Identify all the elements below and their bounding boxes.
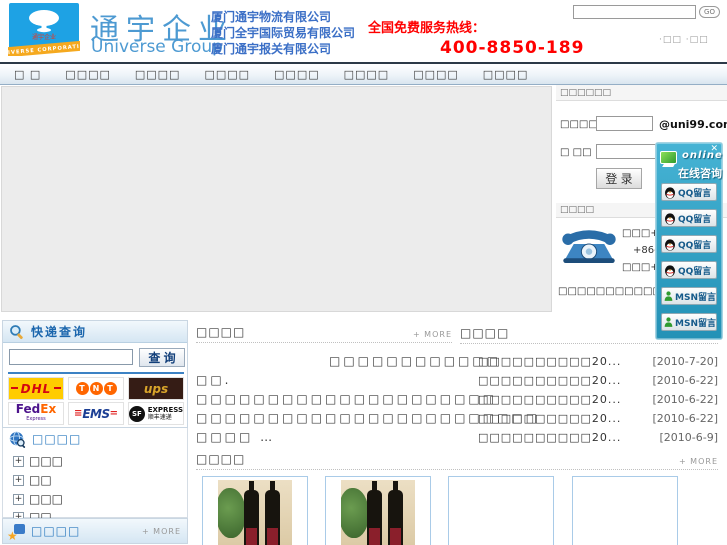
dhl-logo[interactable]: DHL — [8, 377, 64, 400]
site-search-input[interactable] — [573, 5, 696, 19]
qq-message-button[interactable]: QQ留言 — [661, 235, 717, 253]
qq-message-button[interactable]: QQ留言 — [661, 261, 717, 279]
about-section: □□□□ + MORE □□□□□□□□□□□□ □□. □□□□□□□□□□□… — [196, 325, 541, 447]
online-service-widget: ✕ online 在线咨询 QQ留言 QQ留言 QQ留言 QQ留言 MSN留言 … — [655, 142, 723, 340]
qq-penguin-icon — [665, 264, 675, 277]
search-icon — [10, 324, 23, 339]
nav-item-6[interactable]: □□□□ — [344, 68, 390, 81]
product-item[interactable] — [572, 476, 678, 545]
expand-plus-icon[interactable]: + — [13, 474, 24, 486]
mail-login-title: □□□□□□ — [556, 85, 727, 101]
fedex-logo[interactable]: FedEx Express — [8, 402, 64, 425]
telephone-icon — [560, 224, 618, 268]
hotline-label: 全国免费服务热线： — [368, 21, 486, 36]
news-section: □□□□ + MORE □□□□□□□□□□20...[2010-7-20] □… — [460, 326, 718, 450]
online-service-title: 在线咨询 — [678, 167, 722, 180]
about-title: □□□□ — [196, 325, 246, 339]
sidebar-section-3-title: □□□□ — [31, 524, 81, 538]
about-header: □□□□ + MORE — [196, 325, 452, 343]
about-text: □□□□□□□□□□□□ □□. □□□□□□□□□□□□□□□□□□□□□ □… — [196, 354, 541, 444]
nav-item-3[interactable]: □□□□ — [135, 68, 181, 81]
more-link[interactable]: + MORE — [142, 527, 181, 536]
product-item[interactable] — [448, 476, 554, 545]
tracking-number-input[interactable] — [9, 349, 133, 365]
news-title: □□□□ — [460, 326, 510, 340]
expand-plus-icon[interactable]: + — [13, 493, 24, 505]
news-item[interactable]: □□□□□□□□□□20... [2010-7-20] — [460, 355, 718, 374]
products-header: □□□□ + MORE — [196, 452, 718, 470]
sidebar-section-3-header: ★ □□□□ + MORE — [2, 518, 188, 544]
ems-logo[interactable]: ≡ EMS = — [68, 402, 124, 425]
express-tracking-header: 快递查询 — [3, 321, 187, 343]
product-photo-wine — [341, 480, 415, 545]
news-item[interactable]: □□□□□□□□□□20... [2010-6-9] — [460, 431, 718, 450]
qq-penguin-icon — [665, 186, 675, 199]
tracking-query-button[interactable]: 查 询 — [139, 348, 185, 367]
msn-person-icon — [664, 317, 673, 327]
logo-flag-icon: 通宇企业 UNIVERSE CORPORATION — [0, 3, 91, 58]
nav-item-5[interactable]: □□□□ — [274, 68, 320, 81]
products-section: □□□□ + MORE — [196, 452, 718, 545]
globe-search-icon — [9, 430, 26, 448]
product-item[interactable] — [325, 476, 431, 545]
msn-message-button[interactable]: MSN留言 — [661, 287, 717, 305]
sidebar-link[interactable]: + □□□ — [13, 492, 63, 506]
logo-flag-label: 通宇企业 — [32, 33, 56, 41]
mail-input[interactable] — [596, 116, 653, 131]
product-item[interactable] — [202, 476, 308, 545]
qq-penguin-icon — [665, 212, 675, 225]
password-label: □ □□ — [560, 147, 592, 158]
page: 通宇企业 UNIVERSE CORPORATION 通宇企业 Universe … — [0, 0, 727, 545]
company-names: 厦门通宇物流有限公司 厦门全宇国际贸易有限公司 厦门通宇报关有限公司 — [211, 9, 355, 57]
main-nav: □ □ □□□□ □□□□ □□□□ □□□□ □□□□ □□□□ □□□□ — [0, 62, 727, 85]
sidebar-link[interactable]: + □□□ — [13, 454, 63, 468]
sidebar-section-2-title: □□□□ — [32, 432, 82, 446]
main-banner-placeholder — [1, 86, 552, 312]
expand-plus-icon[interactable]: + — [13, 455, 24, 467]
monitor-icon — [660, 151, 677, 164]
nav-item-7[interactable]: □□□□ — [413, 68, 459, 81]
ups-logo[interactable]: ups — [128, 377, 184, 400]
nav-item-8[interactable]: □□□□ — [483, 68, 529, 81]
mail-domain-suffix: @uni99.com — [659, 118, 727, 131]
search-go-button[interactable]: GO — [699, 6, 720, 18]
msn-person-icon — [664, 291, 673, 301]
hotline-number: 400-8850-189 — [440, 38, 585, 58]
msn-message-button[interactable]: MSN留言 — [661, 313, 717, 331]
news-item[interactable]: □□□□□□□□□□20... [2010-6-22] — [460, 412, 718, 431]
star-monitor-icon: ★ — [7, 523, 25, 543]
top-links[interactable]: ·□□ ·□□ — [659, 35, 709, 45]
sidebar-section-2-header: □□□□ — [3, 428, 187, 450]
login-button[interactable]: 登 录 — [596, 168, 642, 189]
product-photo-wine — [218, 480, 292, 545]
company-name: 厦门全宇国际贸易有限公司 — [211, 26, 356, 40]
courier-logos: DHL TNT ups FedEx Express ≡ EMS = SF EXPRESS… — [8, 377, 186, 425]
nav-item-4[interactable]: □□□□ — [204, 68, 250, 81]
more-link[interactable]: + MORE — [679, 457, 718, 466]
news-list: □□□□□□□□□□20... [2010-7-20] □□□□□□□□□□20.… — [460, 355, 718, 450]
qq-penguin-icon — [665, 238, 675, 251]
divider — [8, 372, 184, 374]
company-logo[interactable]: 通宇企业 UNIVERSE CORPORATION — [0, 3, 91, 58]
more-link[interactable]: + MORE — [413, 330, 452, 339]
sidebar-section-2: □□□□ + □□□ + □□ + □□□ + □□ — [2, 428, 188, 524]
qq-message-button[interactable]: QQ留言 — [661, 209, 717, 227]
sidebar-link[interactable]: + □□ — [13, 473, 52, 487]
online-label: online — [682, 150, 723, 161]
company-name: 厦门通宇报关有限公司 — [211, 42, 332, 56]
mail-label: □□□□ — [560, 119, 598, 130]
products-title: □□□□ — [196, 452, 246, 466]
news-item[interactable]: □□□□□□□□□□20... [2010-6-22] — [460, 393, 718, 412]
company-name: 厦门通宇物流有限公司 — [211, 10, 332, 24]
nav-item-home[interactable]: □ □ — [14, 68, 41, 81]
brand-subtitle: Universe Group — [91, 37, 223, 57]
express-tracking-title: 快递查询 — [31, 325, 88, 339]
news-item[interactable]: □□□□□□□□□□20... [2010-6-22] — [460, 374, 718, 393]
express-tracking-box: 快递查询 查 询 DHL TNT ups FedEx Express ≡ EMS = … — [2, 320, 188, 428]
nav-item-2[interactable]: □□□□ — [65, 68, 111, 81]
qq-message-button[interactable]: QQ留言 — [661, 183, 717, 201]
sf-express-logo[interactable]: SF EXPRESS 顺丰速递 — [128, 402, 184, 425]
tnt-logo[interactable]: TNT — [68, 377, 124, 400]
